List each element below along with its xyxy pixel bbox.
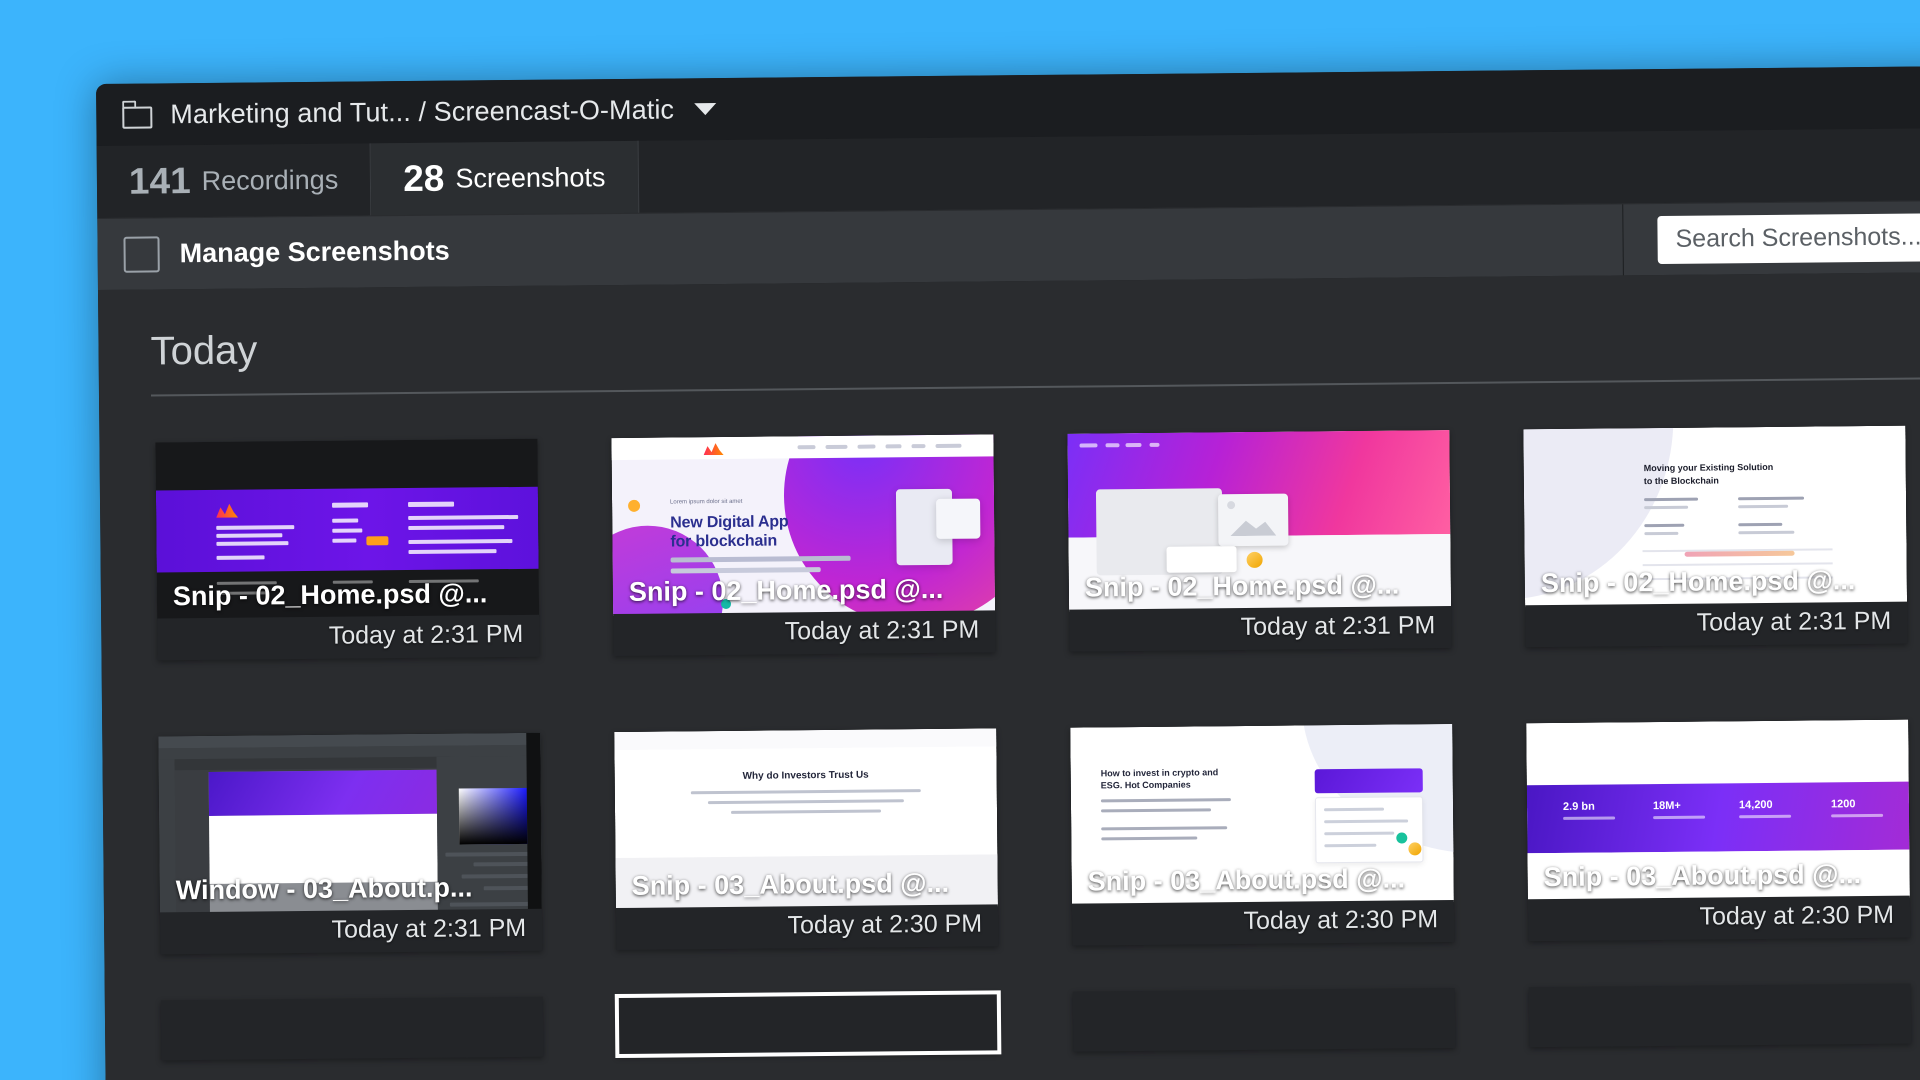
thumb-heading: New Digital App for blockchain xyxy=(670,513,789,551)
chevron-down-icon[interactable] xyxy=(694,103,717,116)
screenshot-card[interactable] xyxy=(160,996,544,1061)
thumb-stat: 2.9 bn xyxy=(1562,800,1595,813)
tabs-filler xyxy=(638,126,1920,213)
screenshot-card[interactable]: Moving your Existing Solution to the Blo… xyxy=(1523,425,1908,648)
screen: Marketing and Tut... / Screencast-O-Mati… xyxy=(0,0,1920,1080)
screenshot-card[interactable]: 2.9 bn 18M+ 14,200 1200 Snip - 03_About.… xyxy=(1526,719,1911,942)
screenshot-grid-next-row xyxy=(104,935,1920,1061)
thumb-heading: Moving your Existing Solution to the Blo… xyxy=(1643,461,1774,487)
screenshot-title: Snip - 02_Home.psd @... xyxy=(172,578,488,612)
screenshot-timestamp: Today at 2:30 PM xyxy=(787,909,983,940)
manage-screenshots-toggle[interactable]: Manage Screenshots xyxy=(97,204,1624,290)
screenshot-timestamp: Today at 2:31 PM xyxy=(328,619,524,650)
group-heading-today: Today xyxy=(150,328,258,374)
tab-recordings-label: Recordings xyxy=(201,164,339,196)
screenshot-timestamp: Today at 2:31 PM xyxy=(331,913,527,944)
tab-recordings-count: 141 xyxy=(128,160,191,202)
screenshot-title: Snip - 02_Home.psd @... xyxy=(1084,569,1400,603)
app-window: Marketing and Tut... / Screencast-O-Mati… xyxy=(96,64,1920,1080)
manage-screenshots-label: Manage Screenshots xyxy=(179,235,450,269)
screenshot-title: Snip - 03_About.psd @... xyxy=(631,867,950,901)
screenshot-title: Snip - 03_About.psd @... xyxy=(1087,863,1406,897)
screenshot-timestamp: Today at 2:31 PM xyxy=(1696,606,1892,637)
screenshot-timestamp: Today at 2:31 PM xyxy=(784,615,980,646)
thumb-stat: 1200 xyxy=(1830,798,1856,811)
thumb-eyebrow: Lorem ipsum dolor sit amet xyxy=(670,498,743,506)
screenshot-card[interactable]: Lorem ipsum dolor sit amet New Digital A… xyxy=(611,434,996,657)
screenshot-timestamp: Today at 2:31 PM xyxy=(1240,611,1436,642)
tab-screenshots[interactable]: 28 Screenshots xyxy=(370,140,639,216)
screenshot-card[interactable]: Snip - 02_Home.psd @... Today at 2:31 PM xyxy=(155,438,540,661)
screenshot-card[interactable]: Why do Investors Trust Us Snip - 03_Abou… xyxy=(614,728,999,951)
screenshot-grid: Snip - 02_Home.psd @... Today at 2:31 PM xyxy=(99,377,1920,955)
screenshot-card[interactable]: Window - 03_About.p... Today at 2:31 PM xyxy=(158,732,543,955)
screenshot-card[interactable]: Snip - 02_Home.psd @... Today at 2:31 PM xyxy=(1067,430,1452,652)
screenshot-title: Snip - 02_Home.psd @... xyxy=(1540,565,1856,599)
screenshot-library: Today Snip - 02_Home.psd @... Today at 2… xyxy=(97,270,1920,1080)
thumb-heading: Why do Investors Trust Us xyxy=(742,769,869,782)
thumb-stat: 14,200 xyxy=(1738,798,1773,812)
thumb-stat: 18M+ xyxy=(1652,799,1681,813)
checkbox-unchecked-icon[interactable] xyxy=(123,235,160,273)
tab-screenshots-count: 28 xyxy=(403,157,445,200)
breadcrumb[interactable]: Marketing and Tut... / Screencast-O-Mati… xyxy=(170,94,674,130)
search-input[interactable] xyxy=(1657,210,1920,264)
screenshot-title: Snip - 03_About.psd @... xyxy=(1543,859,1862,893)
screenshot-card[interactable] xyxy=(1528,983,1912,1048)
screenshot-title: Snip - 02_Home.psd @... xyxy=(628,573,944,607)
screenshot-timestamp: Today at 2:30 PM xyxy=(1243,905,1439,936)
search-area xyxy=(1623,199,1920,275)
thumb-heading: How to invest in crypto and ESG. Hot Com… xyxy=(1100,767,1219,791)
screenshot-card[interactable] xyxy=(1072,987,1456,1052)
tab-recordings[interactable]: 141 Recordings xyxy=(96,143,372,218)
screenshot-timestamp: Today at 2:30 PM xyxy=(1699,900,1895,931)
screenshot-card[interactable]: How to invest in crypto and ESG. Hot Com… xyxy=(1070,724,1455,946)
folder-icon xyxy=(122,100,156,129)
tab-screenshots-label: Screenshots xyxy=(455,161,606,194)
screenshot-title: Window - 03_About.p... xyxy=(175,872,473,906)
screenshot-card[interactable] xyxy=(614,990,1002,1059)
